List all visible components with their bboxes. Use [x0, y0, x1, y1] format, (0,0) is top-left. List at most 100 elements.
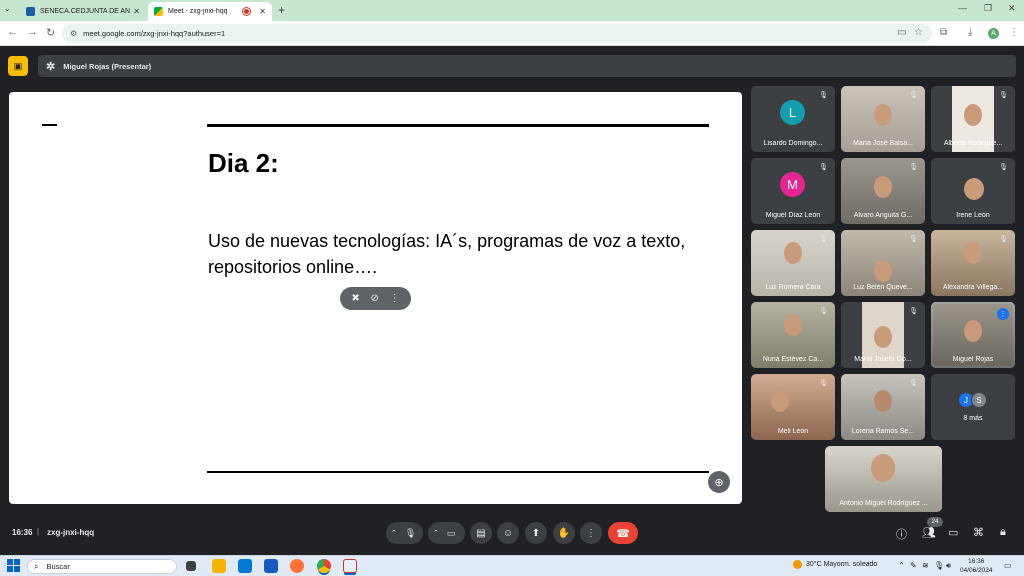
participant-tile[interactable]: 🎙︎ María José Balsa...: [841, 86, 925, 152]
participant-name: Alberto Rodrigue...: [943, 140, 1003, 147]
participant-tile[interactable]: 🎙︎ Lorena Ramos Se...: [841, 374, 925, 440]
notifications-icon[interactable]: ▭: [1004, 561, 1012, 570]
info-icon[interactable]: ⓘ: [896, 526, 907, 542]
pin-off-icon[interactable]: ✖: [351, 293, 359, 304]
camera-control[interactable]: ⌃ ▭: [428, 522, 465, 544]
volume-icon[interactable]: 🔊︎: [946, 561, 951, 571]
downloads-icon[interactable]: ⤓: [968, 27, 972, 38]
task-view-icon[interactable]: [186, 561, 196, 571]
mic-tray-icon[interactable]: 🎙︎: [934, 561, 944, 570]
meeting-code: zxg-jnxi-hqq: [47, 528, 95, 537]
more-options-icon: ⋮: [586, 527, 596, 539]
captions-icon: ▤: [476, 527, 486, 539]
leave-call-button[interactable]: ☎: [608, 522, 638, 544]
address-bar[interactable]: ⚙ meet.google.com/zxg-jnxi-hqq?authuser=…: [62, 24, 932, 43]
menu-icon[interactable]: ⋮: [1009, 27, 1019, 38]
people-icon[interactable]: 👥︎: [922, 526, 936, 539]
participant-tile[interactable]: 🎙︎ Nuria Estévez Ca...: [751, 302, 835, 368]
participant-tile[interactable]: 🎙︎ María Josefa Gó...: [841, 302, 925, 368]
weather-widget[interactable]: 30°C Mayorm. soleado: [793, 560, 877, 569]
participant-name: Lorena Ramos Se...: [851, 428, 915, 435]
pen-icon[interactable]: ✎: [910, 561, 917, 570]
mic-off-icon: 🎙︎: [909, 92, 918, 99]
site-settings-icon[interactable]: ⚙: [70, 29, 77, 38]
reactions-button[interactable]: ☺: [497, 522, 519, 544]
system-clock[interactable]: 16:36 04/06/2024: [960, 557, 993, 575]
close-icon[interactable]: ✕: [133, 7, 140, 16]
self-view-tile[interactable]: Antonio Miguel Rodríguez ...: [825, 446, 942, 512]
participant-tile[interactable]: 🎙︎ Irene León: [931, 158, 1015, 224]
slide-dash: [42, 124, 57, 126]
emoji-icon: ☺: [502, 527, 514, 539]
shared-slide: Dia 2: Uso de nuevas tecnologías: IA´s, …: [9, 92, 742, 504]
tab-strip: ⌄ SENECA.CEDJUNTA DE AND ✕ Meet - zxg-jn…: [0, 0, 1024, 21]
mic-control[interactable]: ⌃ 🎙︎: [386, 522, 423, 544]
zoom-icon[interactable]: ⊕: [708, 471, 730, 493]
tab-seneca[interactable]: SENECA.CEDJUNTA DE AND ✕: [20, 2, 146, 21]
close-icon[interactable]: ✕: [259, 7, 266, 16]
tab-meet[interactable]: Meet - zxg-jnxi-hqq ✕: [148, 2, 272, 21]
wifi-icon[interactable]: ≋: [922, 561, 929, 570]
sun-icon: [793, 560, 802, 569]
bookmark-star-icon[interactable]: ☆: [914, 27, 923, 38]
maximize-button[interactable]: ❐: [984, 3, 992, 14]
firefox-icon[interactable]: [290, 559, 304, 573]
presentation-icon[interactable]: ▣: [8, 56, 28, 76]
present-button[interactable]: ⬆: [525, 522, 547, 544]
participant-face: [964, 242, 982, 264]
participant-tile[interactable]: M 🎙︎ Miguel Díaz León: [751, 158, 835, 224]
activities-icon[interactable]: ⌘: [973, 526, 984, 539]
tab-search-icon[interactable]: ⌄: [4, 4, 11, 13]
participant-tile[interactable]: L 🎙︎ Lisardo Domingo...: [751, 86, 835, 152]
profile-avatar[interactable]: A: [988, 28, 999, 39]
extensions-icon[interactable]: ⧉: [940, 27, 947, 38]
more-options-icon[interactable]: ⋮: [390, 293, 400, 304]
chevron-up-icon[interactable]: ⌃: [391, 529, 397, 537]
search-icon: ⌕: [34, 561, 39, 571]
hand-icon: ✋: [557, 527, 571, 539]
chevron-up-icon[interactable]: ⌃: [898, 561, 905, 570]
participant-name: María Josefa Gó...: [854, 356, 912, 363]
participant-tile[interactable]: 🎙︎ Alexandra Villega...: [931, 230, 1015, 296]
participant-name: Miguel Díaz León: [765, 212, 821, 219]
new-tab-button[interactable]: +: [278, 3, 285, 17]
participant-tile[interactable]: 🎙︎ Álvaro Anguita G...: [841, 158, 925, 224]
more-options-button[interactable]: ⋮: [580, 522, 602, 544]
windows-start-icon[interactable]: [7, 559, 20, 572]
word-icon[interactable]: [264, 559, 278, 573]
search-placeholder: Buscar: [46, 562, 70, 571]
taskbar-search[interactable]: ⌕ Buscar: [27, 559, 177, 574]
participant-face: [874, 390, 892, 412]
host-controls-icon[interactable]: 🔒︎: [1000, 526, 1006, 539]
chevron-up-icon[interactable]: ⌃: [433, 529, 439, 537]
forward-icon[interactable]: →: [27, 26, 38, 38]
mic-off-icon: 🎙︎: [909, 236, 918, 243]
presenter-label: Miguel Rojas (Presentar): [63, 61, 152, 71]
participant-face: [871, 454, 895, 482]
file-explorer-icon[interactable]: [212, 559, 226, 573]
screen-recorder-icon[interactable]: [343, 559, 357, 573]
chrome-icon[interactable]: [317, 559, 331, 573]
reload-icon[interactable]: ↻: [46, 26, 55, 39]
raise-hand-button[interactable]: ✋: [553, 522, 575, 544]
camera-icon[interactable]: ▭: [447, 528, 456, 539]
mic-icon[interactable]: 🎙︎: [405, 528, 416, 539]
minimize-button[interactable]: —: [958, 3, 967, 13]
participant-tile[interactable]: 🎙︎ Alberto Rodrigue...: [931, 86, 1015, 152]
hide-icon[interactable]: ⊘: [370, 293, 378, 304]
participant-tile[interactable]: 🎙︎ Meli León: [751, 374, 835, 440]
more-participants-tile[interactable]: J S 8 más: [931, 374, 1015, 440]
slide-body: Uso de nuevas tecnologías: IA´s, program…: [208, 231, 686, 277]
participant-tile[interactable]: 🎙︎ Luz Belén Queve...: [841, 230, 925, 296]
participant-tile-speaking[interactable]: ⋮ Miguel Rojas: [931, 302, 1015, 368]
captions-button[interactable]: ▤: [470, 522, 492, 544]
mail-icon[interactable]: [238, 559, 252, 573]
tab-title: Meet - zxg-jnxi-hqq: [168, 8, 228, 15]
mic-off-icon: 🎙︎: [909, 164, 918, 171]
cast-icon[interactable]: ▭: [897, 27, 906, 38]
chat-icon[interactable]: ▭: [948, 526, 958, 539]
back-icon[interactable]: ←: [7, 26, 18, 38]
presentation-controls: ✖ ⊘ ⋮: [340, 287, 411, 310]
participant-tile[interactable]: 🎙︎ Luz Romera Cara: [751, 230, 835, 296]
close-window-button[interactable]: ✕: [1008, 3, 1016, 14]
